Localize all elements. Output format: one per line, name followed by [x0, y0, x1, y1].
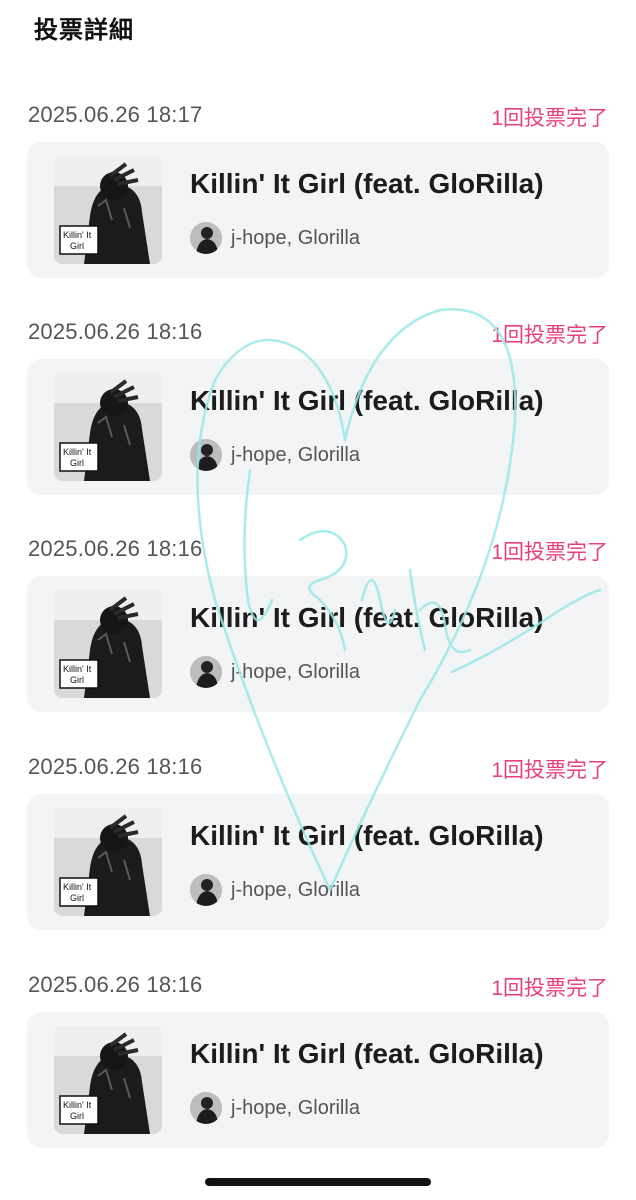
song-title: Killin' It Girl (feat. GloRilla): [190, 602, 544, 633]
vote-timestamp: 2025.06.26 18:16: [28, 536, 203, 561]
song-title: Killin' It Girl (feat. GloRilla): [190, 820, 544, 851]
vote-entry: 2025.06.26 18:16 1回投票完了 Killin' It Girl …: [0, 754, 636, 939]
artist-name: j-hope, Glorilla: [231, 879, 360, 901]
song-title: Killin' It Girl (feat. GloRilla): [190, 385, 544, 416]
artist-avatar: [190, 656, 222, 688]
home-indicator[interactable]: [205, 1178, 431, 1186]
vote-status-label: 1回投票完了: [491, 977, 608, 1000]
album-art: Killin' It Girl: [54, 808, 162, 916]
vote-status-label: 1回投票完了: [491, 759, 608, 782]
artist-name: j-hope, Glorilla: [231, 1097, 360, 1119]
album-art-text: Girl: [70, 241, 84, 251]
artist-name: j-hope, Glorilla: [231, 661, 360, 683]
song-title: Killin' It Girl (feat. GloRilla): [190, 1038, 544, 1069]
artist-name: j-hope, Glorilla: [231, 444, 360, 466]
album-art-text: Girl: [70, 675, 84, 685]
song-card[interactable]: Killin' It Girl Killin' It Girl (feat. G…: [27, 142, 609, 278]
vote-status-label: 1回投票完了: [491, 541, 608, 564]
page-title: 投票詳細: [34, 17, 134, 44]
vote-entry: 2025.06.26 18:16 1回投票完了 Killin' It Girl …: [0, 319, 636, 504]
artist-avatar: [190, 874, 222, 906]
artist-avatar: [190, 439, 222, 471]
album-art: Killin' It Girl: [54, 1026, 162, 1134]
song-card[interactable]: Killin' It Girl Killin' It Girl (feat. G…: [27, 576, 609, 712]
album-art: Killin' It Girl: [54, 590, 162, 698]
vote-entry: 2025.06.26 18:16 1回投票完了 Killin' It Girl …: [0, 536, 636, 721]
artist-avatar: [190, 222, 222, 254]
song-card[interactable]: Killin' It Girl Killin' It Girl (feat. G…: [27, 359, 609, 495]
song-card[interactable]: Killin' It Girl Killin' It Girl (feat. G…: [27, 1012, 609, 1148]
album-art-text: Girl: [70, 893, 84, 903]
vote-status-label: 1回投票完了: [491, 107, 608, 130]
album-art: Killin' It Girl: [54, 373, 162, 481]
artist-name: j-hope, Glorilla: [231, 227, 360, 249]
album-art: Killin' It Girl: [54, 156, 162, 264]
vote-timestamp: 2025.06.26 18:16: [28, 754, 203, 779]
album-art-text: Killin' It: [63, 664, 92, 674]
vote-entry: 2025.06.26 18:17 1回投票完了 Killin' It Girl …: [0, 102, 636, 287]
album-art-text: Killin' It: [63, 1100, 92, 1110]
vote-status-label: 1回投票完了: [491, 324, 608, 347]
album-art-text: Killin' It: [63, 882, 92, 892]
song-title: Killin' It Girl (feat. GloRilla): [190, 168, 544, 199]
album-art-text: Girl: [70, 1111, 84, 1121]
song-card[interactable]: Killin' It Girl Killin' It Girl (feat. G…: [27, 794, 609, 930]
album-art-text: Killin' It: [63, 447, 92, 457]
vote-entry: 2025.06.26 18:16 1回投票完了 Killin' It Girl …: [0, 972, 636, 1157]
vote-timestamp: 2025.06.26 18:16: [28, 972, 203, 997]
artist-avatar: [190, 1092, 222, 1124]
vote-timestamp: 2025.06.26 18:17: [28, 102, 203, 127]
album-art-text: Killin' It: [63, 230, 92, 240]
album-art-text: Girl: [70, 458, 84, 468]
vote-timestamp: 2025.06.26 18:16: [28, 319, 203, 344]
